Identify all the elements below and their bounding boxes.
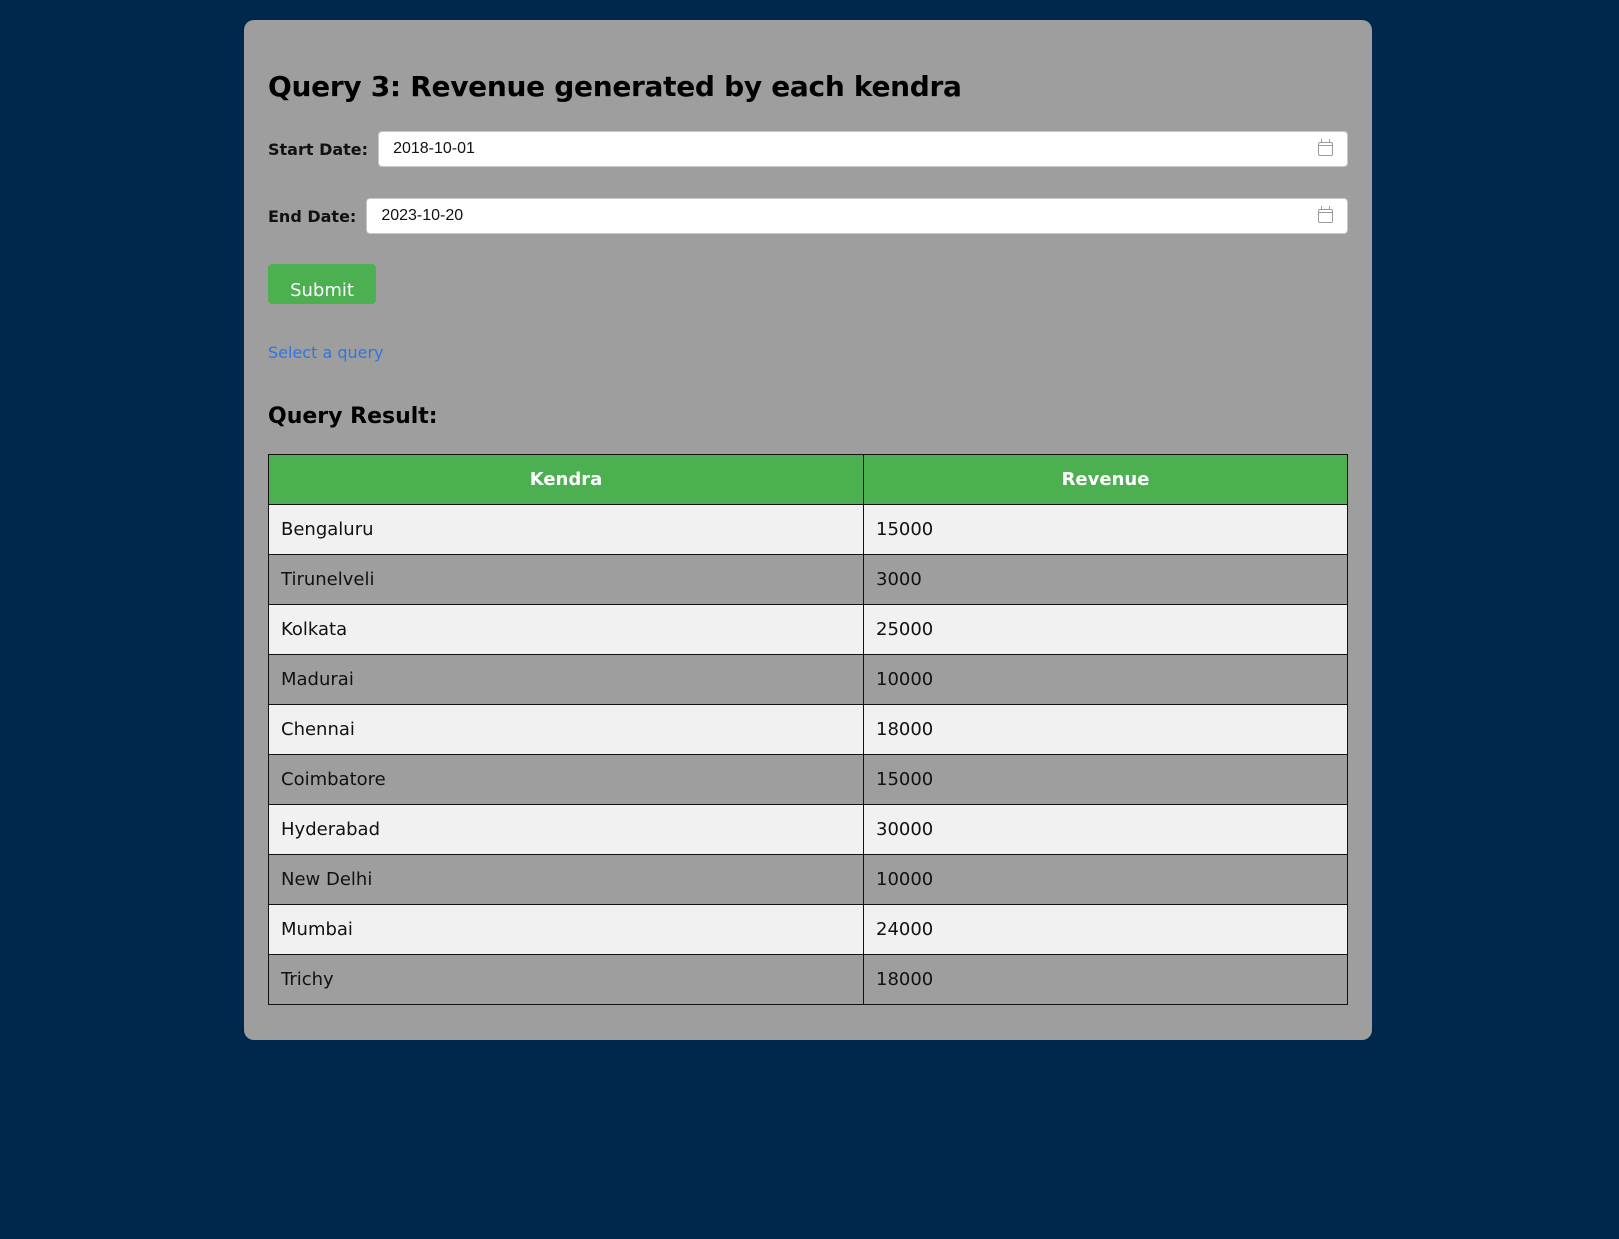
calendar-icon[interactable] (1318, 206, 1333, 223)
cell-kendra: New Delhi (268, 854, 864, 905)
result-title: Query Result: (268, 404, 438, 429)
end-date-value: 2023-10-20 (381, 207, 464, 224)
table-row: Madurai 10000 (268, 654, 1348, 705)
table-row: Tirunelveli 3000 (268, 554, 1348, 605)
cell-revenue: 15000 (863, 504, 1348, 555)
cell-kendra: Tirunelveli (268, 554, 864, 605)
table-row: Kolkata 25000 (268, 604, 1348, 655)
cell-revenue: 30000 (863, 804, 1348, 855)
cell-revenue: 18000 (863, 954, 1348, 1005)
cell-revenue: 24000 (863, 904, 1348, 955)
end-date-input[interactable]: 2023-10-20 (366, 198, 1348, 234)
cell-kendra: Kolkata (268, 604, 864, 655)
cell-revenue: 3000 (863, 554, 1348, 605)
table-row: Mumbai 24000 (268, 904, 1348, 955)
result-table: Kendra Revenue Bengaluru 15000 Tirunelve… (268, 454, 1348, 1005)
table-row: Hyderabad 30000 (268, 804, 1348, 855)
cell-kendra: Bengaluru (268, 504, 864, 555)
cell-revenue: 10000 (863, 854, 1348, 905)
calendar-icon[interactable] (1318, 139, 1333, 156)
cell-kendra: Hyderabad (268, 804, 864, 855)
cell-kendra: Chennai (268, 704, 864, 755)
cell-kendra: Trichy (268, 954, 864, 1005)
cell-revenue: 15000 (863, 754, 1348, 805)
table-header-row: Kendra Revenue (268, 454, 1348, 505)
start-date-row: Start Date: 2018-10-01 (268, 130, 1348, 168)
cell-kendra: Madurai (268, 654, 864, 705)
table-row: Trichy 18000 (268, 954, 1348, 1005)
submit-button[interactable]: Submit (268, 264, 376, 304)
cell-kendra: Mumbai (268, 904, 864, 955)
cell-kendra: Coimbatore (268, 754, 864, 805)
column-header-revenue: Revenue (863, 454, 1348, 505)
page-title: Query 3: Revenue generated by each kendr… (268, 70, 962, 103)
select-query-link[interactable]: Select a query (268, 343, 384, 362)
cell-revenue: 10000 (863, 654, 1348, 705)
column-header-kendra: Kendra (268, 454, 864, 505)
cell-revenue: 25000 (863, 604, 1348, 655)
cell-revenue: 18000 (863, 704, 1348, 755)
start-date-value: 2018-10-01 (393, 140, 475, 157)
table-row: New Delhi 10000 (268, 854, 1348, 905)
start-date-label: Start Date: (268, 139, 369, 159)
start-date-input[interactable]: 2018-10-01 (378, 131, 1348, 167)
table-row: Coimbatore 15000 (268, 754, 1348, 805)
table-row: Chennai 18000 (268, 704, 1348, 755)
table-row: Bengaluru 15000 (268, 504, 1348, 555)
query-card: Query 3: Revenue generated by each kendr… (244, 20, 1372, 1040)
end-date-label: End Date: (268, 206, 357, 226)
end-date-row: End Date: 2023-10-20 (268, 197, 1348, 235)
